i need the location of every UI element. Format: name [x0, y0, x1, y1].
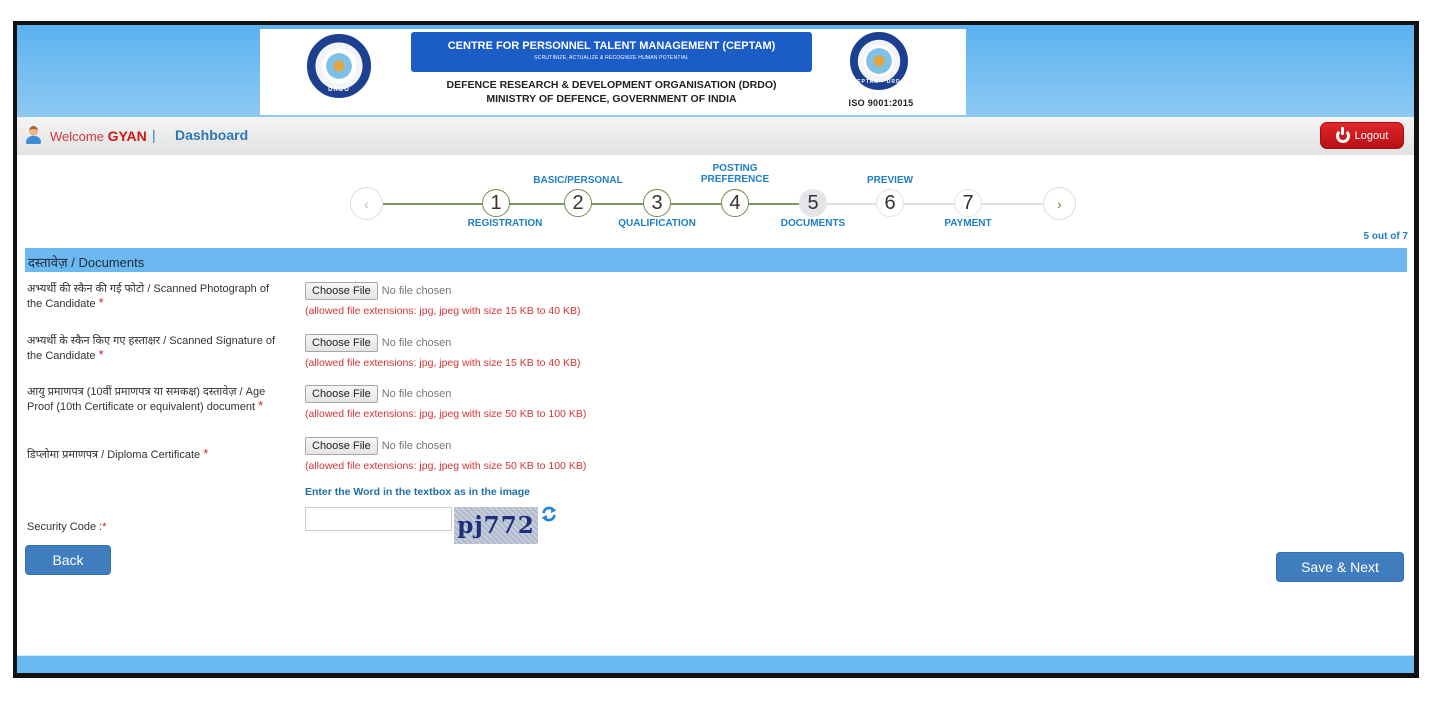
ceptam-emblem-icon: CEPTAM - DRDO: [850, 32, 908, 90]
photo-file-hint: (allowed file extensions: jpg, jpeg with…: [305, 305, 581, 317]
signature-upload-label: अभ्यर्थी के स्कैन किए गए हस्ताक्षर / Sca…: [27, 335, 276, 362]
step-3-label: QUALIFICATION: [618, 218, 696, 229]
drdo-emblem-icon: DRDO: [307, 34, 371, 98]
age-proof-upload-label: आयु प्रमाणपत्र (10वीं प्रमाणपत्र या समकक…: [27, 386, 266, 413]
next-step-button[interactable]: ›: [1043, 187, 1076, 220]
parent-org: DEFENCE RESEARCH & DEVELOPMENT ORGANISAT…: [446, 79, 777, 91]
step-2[interactable]: 2: [564, 189, 592, 217]
photo-upload-label: अभ्यर्थी की स्कैन की गई फोटो / Scanned P…: [27, 283, 270, 310]
logout-button[interactable]: Logout: [1320, 122, 1404, 149]
security-code-input[interactable]: [305, 507, 452, 531]
banner-logo-area: DRDO CENTRE FOR PERSONNEL TALENT MANAGEM…: [260, 29, 966, 115]
separator: |: [152, 127, 156, 143]
ceptam-title-box: CENTRE FOR PERSONNEL TALENT MANAGEMENT (…: [411, 32, 812, 72]
diploma-choose-file-button[interactable]: Choose File: [305, 437, 378, 455]
progress-stepper: ‹ 1 REGISTRATION 2 BASIC/PERSONAL 3 QUAL…: [17, 155, 1414, 247]
photo-file-input[interactable]: Choose File No file chosen: [305, 282, 451, 300]
step-7-label: PAYMENT: [944, 218, 992, 229]
required-asterisk: *: [98, 347, 104, 362]
iso-certification: ISO 9001:2015: [848, 98, 914, 108]
photo-choose-file-button[interactable]: Choose File: [305, 282, 378, 300]
power-icon: [1335, 126, 1350, 143]
chevron-right-icon: ›: [1057, 195, 1062, 212]
step-3[interactable]: 3: [643, 189, 671, 217]
diploma-file-hint: (allowed file extensions: jpg, jpeg with…: [305, 460, 587, 472]
signature-file-hint: (allowed file extensions: jpg, jpeg with…: [305, 357, 581, 369]
org-tagline: SCRUTINIZE, ACTUALIZE & RECOGNIZE HUMAN …: [534, 55, 689, 61]
user-bar: Welcome GYAN | Dashboard Logout: [17, 117, 1414, 155]
captcha-instruction: Enter the Word in the textbox as in the …: [305, 486, 531, 498]
step-4-label: POSTING PREFERENCE: [700, 163, 770, 185]
dashboard-link[interactable]: Dashboard: [175, 127, 248, 143]
step-4[interactable]: 4: [721, 189, 749, 217]
stepper-track-completed: [383, 203, 816, 205]
step-5-current[interactable]: 5: [799, 189, 827, 217]
refresh-captcha-icon[interactable]: [540, 505, 558, 523]
back-button[interactable]: Back: [25, 545, 111, 575]
previous-step-button[interactable]: ‹: [350, 187, 383, 220]
diploma-file-status: No file chosen: [381, 440, 452, 452]
diploma-upload-label: डिप्लोमा प्रमाणपत्र / Diploma Certificat…: [27, 446, 209, 462]
org-title: CENTRE FOR PERSONNEL TALENT MANAGEMENT (…: [447, 40, 776, 52]
step-6-label: PREVIEW: [866, 175, 914, 186]
step-1-label: REGISTRATION: [467, 218, 543, 229]
header-banner: DRDO CENTRE FOR PERSONNEL TALENT MANAGEM…: [17, 25, 1414, 117]
documents-section-header: दस्तावेज़ / Documents: [25, 248, 1407, 272]
user-avatar-icon: [25, 126, 42, 144]
signature-choose-file-button[interactable]: Choose File: [305, 334, 378, 352]
chevron-left-icon: ‹: [364, 195, 369, 212]
required-asterisk: *: [203, 446, 209, 461]
username: GYAN: [107, 128, 147, 144]
age-proof-choose-file-button[interactable]: Choose File: [305, 385, 378, 403]
step-2-label: BASIC/PERSONAL: [533, 175, 623, 186]
app-window: DRDO CENTRE FOR PERSONNEL TALENT MANAGEM…: [13, 21, 1419, 678]
step-6[interactable]: 6: [876, 189, 904, 217]
signature-file-input[interactable]: Choose File No file chosen: [305, 334, 451, 352]
security-code-label: Security Code :*: [27, 521, 107, 533]
ministry: MINISTRY OF DEFENCE, GOVERNMENT OF INDIA: [486, 93, 737, 105]
diploma-file-input[interactable]: Choose File No file chosen: [305, 437, 451, 455]
captcha-image: pj772: [454, 507, 538, 544]
required-asterisk: *: [98, 295, 104, 310]
logout-label: Logout: [1354, 129, 1389, 142]
age-proof-file-hint: (allowed file extensions: jpg, jpeg with…: [305, 408, 587, 420]
welcome-message: Welcome GYAN: [50, 128, 147, 144]
step-7[interactable]: 7: [954, 189, 982, 217]
save-next-button[interactable]: Save & Next: [1276, 552, 1404, 582]
step-progress-count: 5 out of 7: [1363, 231, 1408, 242]
age-proof-file-input[interactable]: Choose File No file chosen: [305, 385, 451, 403]
step-5-label: DOCUMENTS: [780, 218, 846, 229]
welcome-prefix: Welcome: [50, 129, 108, 144]
age-proof-file-status: No file chosen: [381, 388, 452, 400]
photo-file-status: No file chosen: [381, 285, 452, 297]
step-1[interactable]: 1: [482, 189, 510, 217]
footer-bar: [17, 655, 1414, 673]
stepper-track-remaining: [816, 203, 1043, 205]
required-asterisk: *: [258, 398, 264, 413]
signature-file-status: No file chosen: [381, 337, 452, 349]
